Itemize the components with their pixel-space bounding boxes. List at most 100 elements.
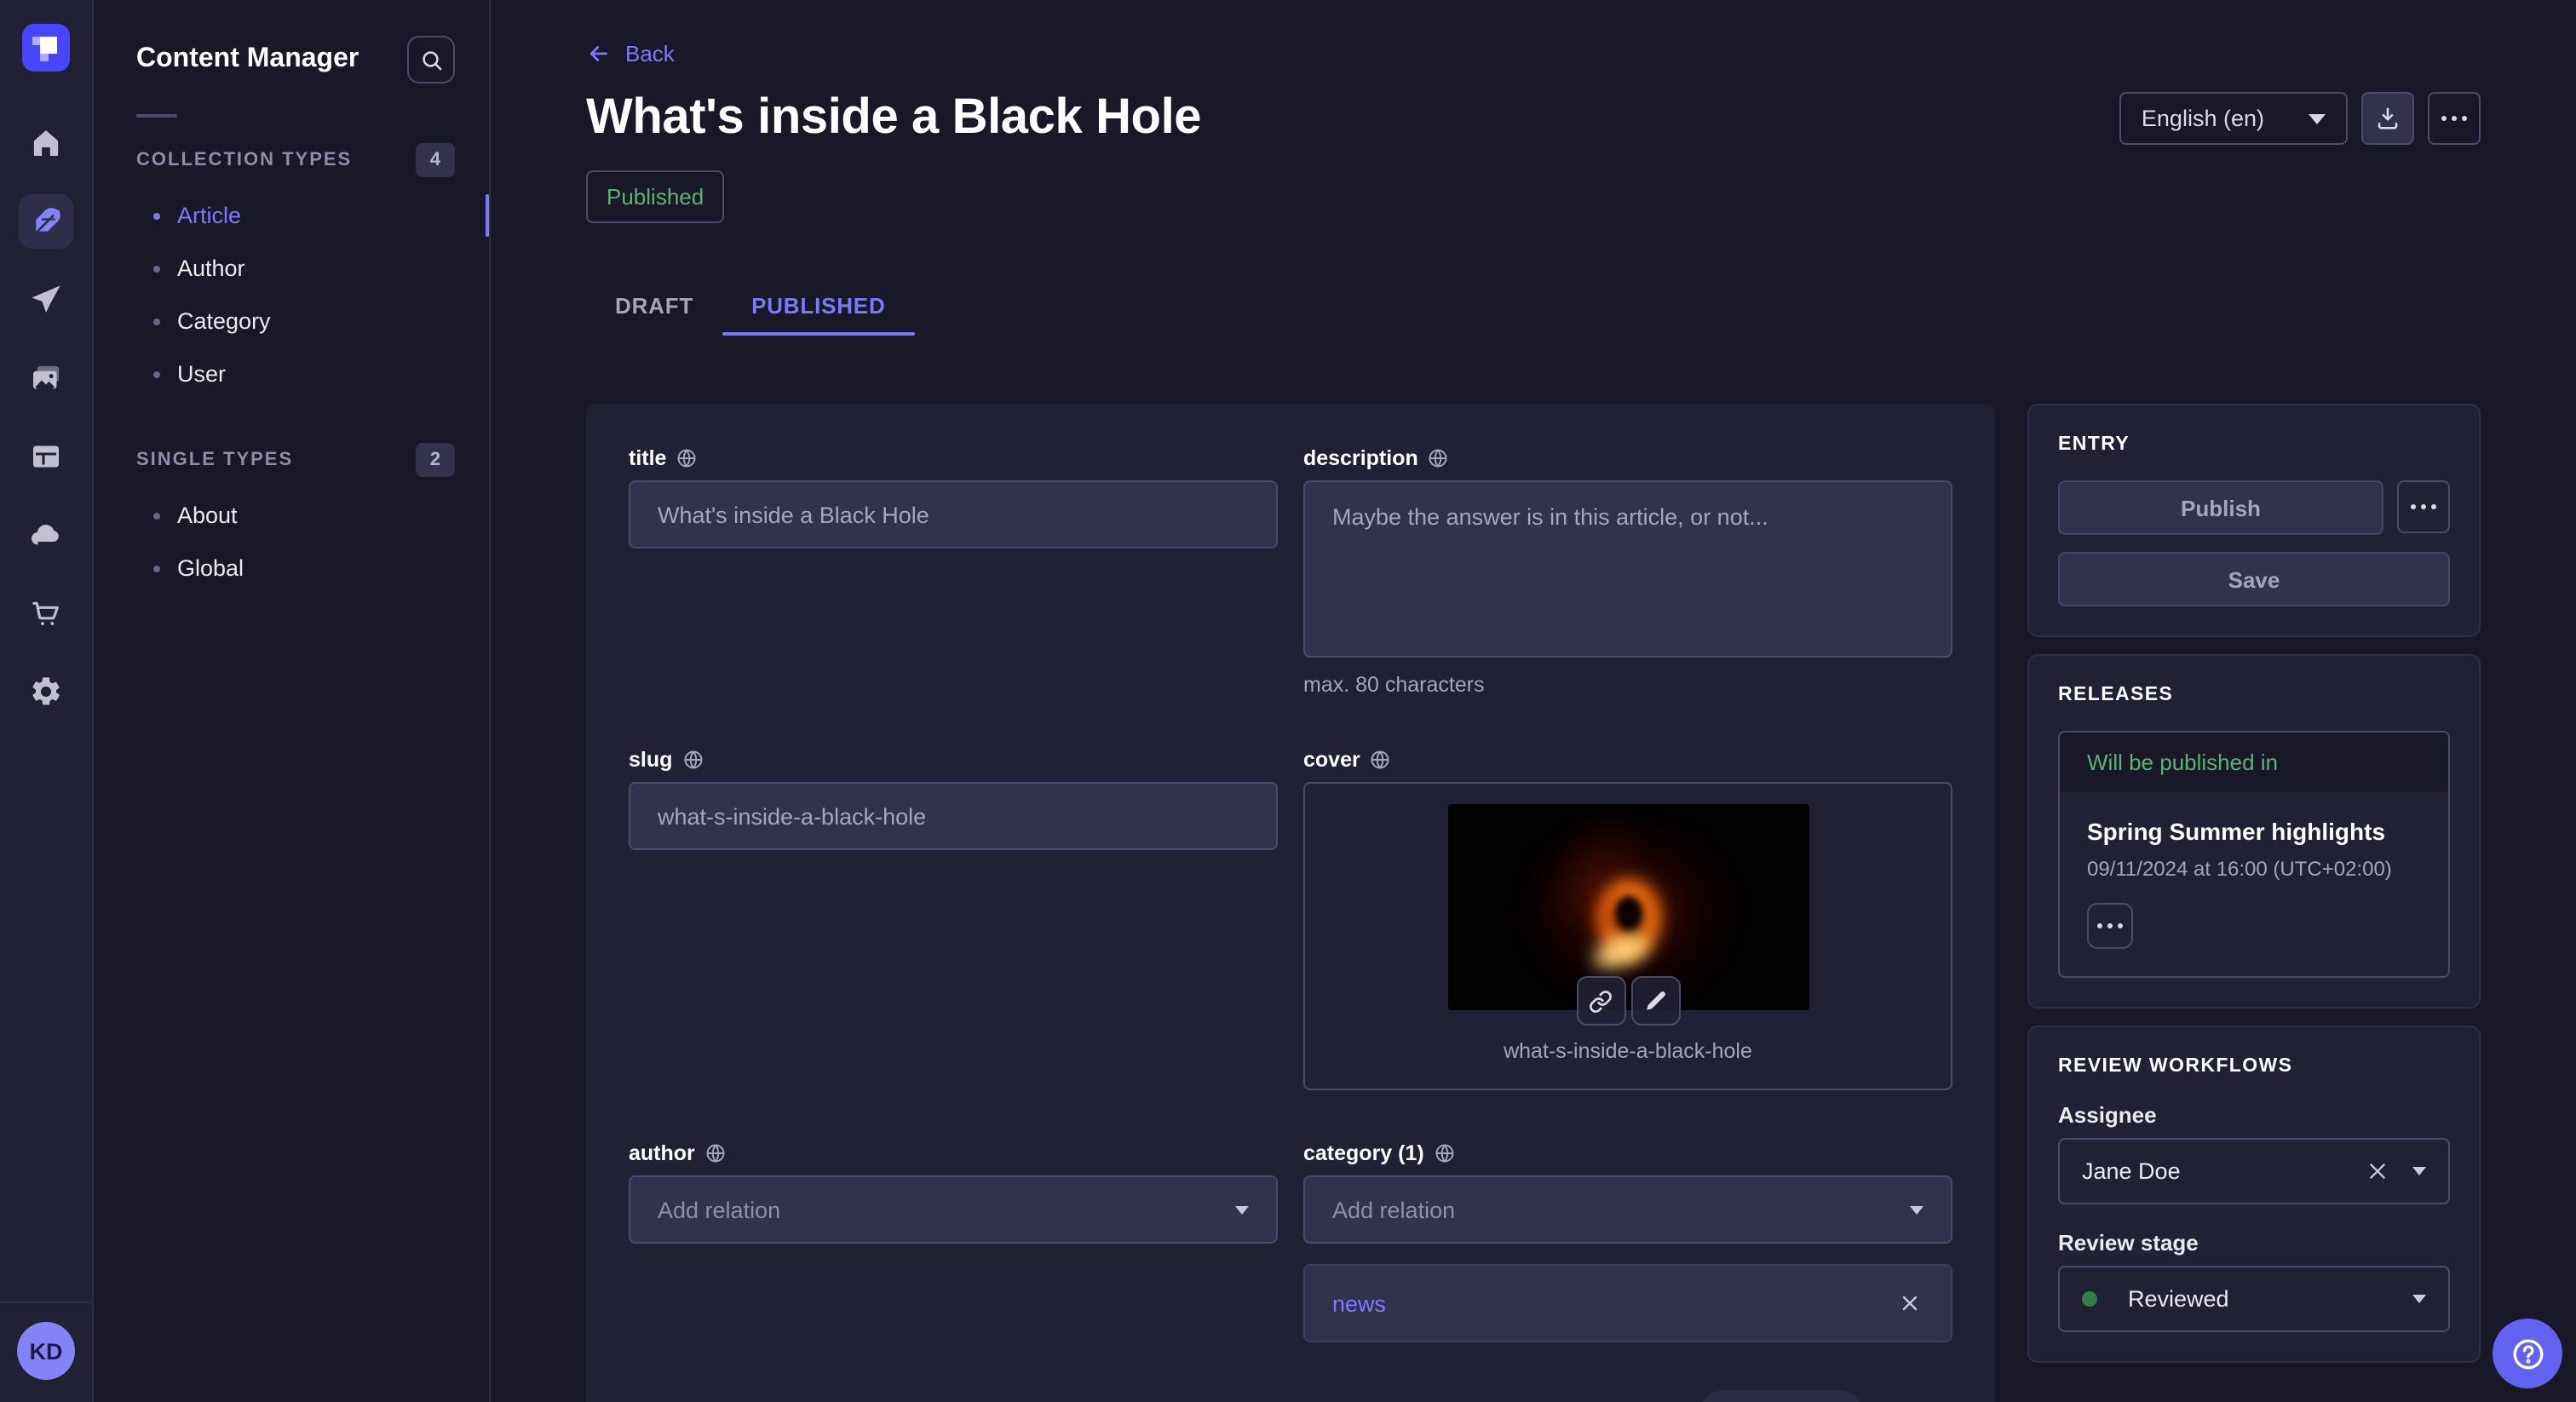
sidebar-item-global[interactable]: Global — [136, 542, 455, 595]
main-area: Back What's inside a Black Hole English … — [491, 0, 2576, 1402]
assignee-value: Jane Doe — [2082, 1158, 2343, 1184]
arrow-left-icon — [586, 41, 612, 66]
release-status: Will be published in — [2060, 733, 2448, 792]
rail-footer: KD — [0, 1301, 92, 1402]
page-header: Back What's inside a Black Hole English … — [586, 41, 2481, 336]
bullet-icon — [153, 512, 160, 519]
scroll-edge-button[interactable] — [1699, 1390, 1864, 1402]
sidebar-item-article[interactable]: Article — [136, 189, 455, 242]
field-label: slug — [629, 748, 672, 772]
home-icon[interactable] — [19, 116, 73, 170]
chevron-down-icon — [2412, 1295, 2426, 1303]
marketplace-cart-icon[interactable] — [19, 586, 73, 641]
release-date: 09/11/2024 at 16:00 (UTC+02:00) — [2087, 857, 2421, 881]
stage-value: Reviewed — [2128, 1286, 2392, 1312]
media-library-icon[interactable] — [19, 351, 73, 405]
globe-icon — [1429, 448, 1449, 468]
tab-published[interactable]: PUBLISHED — [722, 274, 914, 336]
panel-title: ENTRY — [2058, 434, 2450, 455]
bullet-icon — [153, 265, 160, 272]
entry-more-button[interactable] — [2397, 480, 2450, 533]
sidebar-item-category[interactable]: Category — [136, 295, 455, 348]
review-stage-label: Review stage — [2058, 1230, 2450, 1255]
tab-draft[interactable]: DRAFT — [586, 274, 722, 336]
select-placeholder: Add relation — [1332, 1197, 1455, 1222]
chevron-down-icon — [1235, 1205, 1249, 1214]
search-button[interactable] — [407, 36, 455, 83]
entry-form: title description Maybe the answer is in… — [586, 404, 1995, 1402]
category-relation-select[interactable]: Add relation — [1303, 1175, 1952, 1244]
release-name: Spring Summer highlights — [2087, 818, 2421, 845]
black-hole-image — [1447, 804, 1808, 1010]
sidebar-item-about[interactable]: About — [136, 489, 455, 542]
edit-asset-button[interactable] — [1630, 976, 1680, 1026]
header-actions: English (en) — [2119, 92, 2481, 145]
release-more-button[interactable] — [2087, 903, 2133, 949]
save-button[interactable]: Save — [2058, 552, 2450, 606]
panel-title: RELEASES — [2058, 685, 2450, 705]
sidebar-item-label: About — [177, 503, 238, 528]
locale-select[interactable]: English (en) — [2119, 92, 2348, 145]
publish-button[interactable]: Publish — [2058, 480, 2383, 535]
strapi-logo[interactable] — [22, 24, 70, 72]
count-badge: 2 — [416, 443, 455, 477]
bullet-icon — [153, 371, 160, 377]
chevron-down-icon — [2309, 113, 2326, 124]
copy-link-button[interactable] — [1576, 976, 1625, 1026]
field-label: category (1) — [1303, 1141, 1424, 1165]
pencil-icon — [1644, 990, 1666, 1012]
content-type-builder-icon[interactable] — [19, 429, 73, 484]
clear-assignee-button[interactable] — [2363, 1157, 2392, 1186]
ellipsis-icon — [2441, 116, 2467, 121]
cover-asset-card: what-s-inside-a-black-hole — [1303, 782, 1952, 1090]
field-cover: cover — [1303, 748, 1952, 1090]
assignee-label: Assignee — [2058, 1102, 2450, 1128]
field-category: category (1) Add relation news — [1303, 1141, 1952, 1342]
side-panels: ENTRY Publish Save RELEASES Will be publ… — [2027, 404, 2481, 1363]
divider — [136, 114, 177, 118]
rail-icon-list — [19, 116, 73, 719]
field-description: description Maybe the answer is in this … — [1303, 446, 1952, 697]
sidebar-item-user[interactable]: User — [136, 348, 455, 400]
more-button[interactable] — [2428, 92, 2481, 145]
link-icon — [1589, 989, 1613, 1013]
field-label: description — [1303, 446, 1418, 470]
main-nav-rail: KD — [0, 0, 94, 1402]
avatar[interactable]: KD — [17, 1322, 75, 1380]
relation-link[interactable]: news — [1332, 1290, 1386, 1316]
entry-panel: ENTRY Publish Save — [2027, 404, 2481, 637]
panel-title: REVIEW WORKFLOWS — [2058, 1056, 2450, 1077]
description-input[interactable]: Maybe the answer is in this article, or … — [1303, 480, 1952, 658]
nav-title: Content Manager — [136, 44, 359, 75]
globe-icon — [1435, 1143, 1455, 1164]
content-manager-nav: Content Manager COLLECTION TYPES 4 Artic… — [94, 0, 491, 1402]
title-input[interactable] — [629, 480, 1278, 549]
single-types-section: SINGLE TYPES 2 About Global — [136, 438, 455, 595]
globe-icon — [705, 1143, 726, 1164]
sidebar-item-author[interactable]: Author — [136, 242, 455, 295]
back-link[interactable]: Back — [586, 41, 675, 66]
releases-panel: RELEASES Will be published in Spring Sum… — [2027, 654, 2481, 1008]
sidebar-item-label: Author — [177, 256, 245, 281]
download-button[interactable] — [2361, 92, 2414, 145]
ellipsis-icon — [2097, 923, 2123, 928]
field-author: author Add relation — [629, 1141, 1278, 1244]
cloud-icon[interactable] — [19, 508, 73, 562]
field-slug: slug — [629, 748, 1278, 850]
remove-relation-button[interactable] — [1896, 1290, 1923, 1317]
releases-plane-icon[interactable] — [19, 273, 73, 327]
status-badge: Published — [586, 170, 724, 223]
content-manager-icon[interactable] — [19, 194, 73, 249]
stage-dot-icon — [2082, 1291, 2097, 1307]
bullet-icon — [153, 318, 160, 325]
cover-caption: what-s-inside-a-black-hole — [1325, 1039, 1930, 1063]
count-badge: 4 — [416, 143, 455, 177]
settings-gear-icon[interactable] — [19, 664, 73, 719]
sidebar-item-label: Article — [177, 203, 241, 228]
slug-input[interactable] — [629, 782, 1278, 850]
review-stage-select[interactable]: Reviewed — [2058, 1266, 2450, 1332]
sidebar-item-label: User — [177, 361, 226, 387]
help-button[interactable] — [2493, 1319, 2562, 1388]
assignee-combobox[interactable]: Jane Doe — [2058, 1138, 2450, 1204]
author-relation-select[interactable]: Add relation — [629, 1175, 1278, 1244]
